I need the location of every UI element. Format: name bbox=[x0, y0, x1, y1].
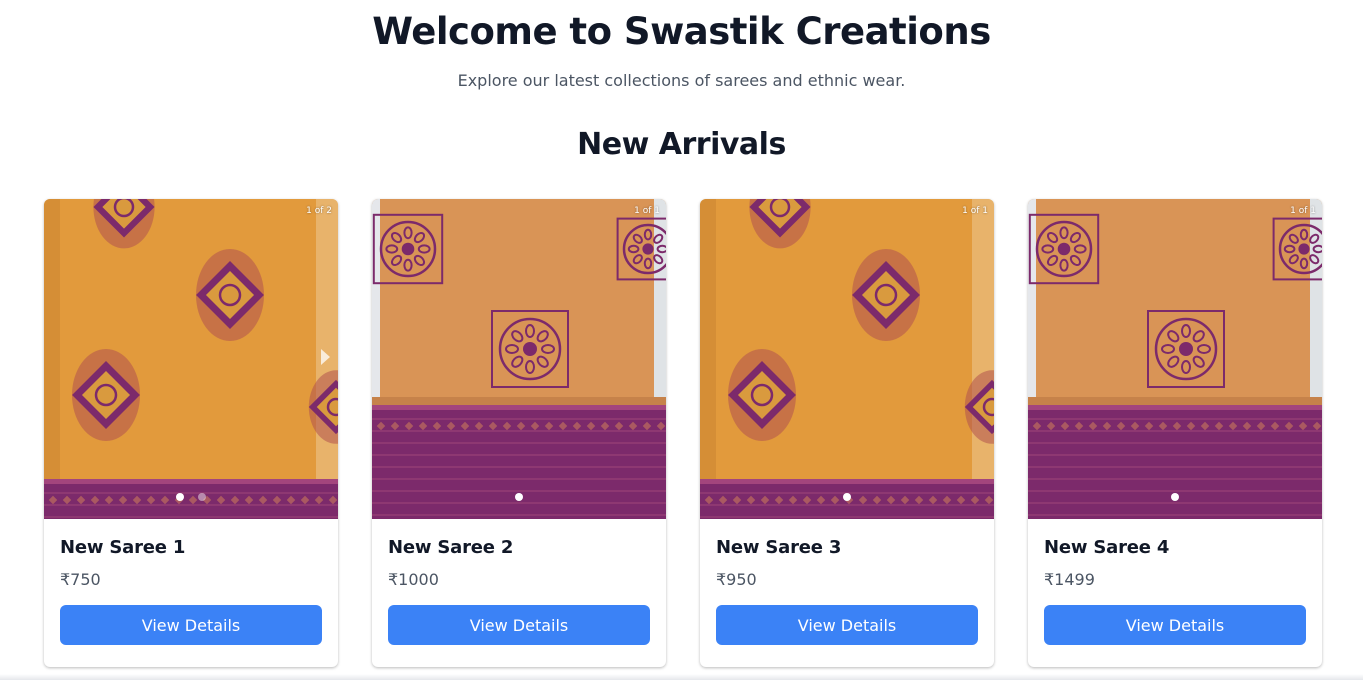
page-title: Welcome to Swastik Creations bbox=[372, 10, 991, 53]
product-image bbox=[372, 199, 666, 519]
slide-counter: 1 of 1 bbox=[962, 206, 988, 216]
product-name: New Saree 3 bbox=[716, 537, 842, 558]
page-subtitle: Explore our latest collections of sarees… bbox=[457, 71, 906, 90]
product-image bbox=[700, 199, 994, 519]
product-price: ₹1499 bbox=[1044, 570, 1095, 589]
product-image-carousel[interactable]: 1 of 2 bbox=[44, 199, 338, 519]
product-image bbox=[1028, 199, 1322, 519]
page-bottom-edge bbox=[0, 674, 1363, 680]
product-price: ₹750 bbox=[60, 570, 101, 589]
carousel-dots bbox=[700, 493, 994, 501]
section-title: New Arrivals bbox=[577, 127, 786, 162]
product-image-carousel[interactable]: 1 of 1 bbox=[700, 199, 994, 519]
carousel-dot[interactable] bbox=[198, 493, 206, 501]
slide-counter: 1 of 2 bbox=[306, 206, 332, 216]
product-price: ₹950 bbox=[716, 570, 757, 589]
view-details-button[interactable]: View Details bbox=[716, 605, 978, 645]
carousel-dots bbox=[372, 493, 666, 501]
product-card[interactable]: 1 of 1 New Saree 4 ₹1499 View Details bbox=[1028, 199, 1322, 667]
carousel-dots bbox=[44, 493, 338, 501]
carousel-dot-active[interactable] bbox=[843, 493, 851, 501]
view-details-button[interactable]: View Details bbox=[1044, 605, 1306, 645]
carousel-dot-active[interactable] bbox=[515, 493, 523, 501]
product-card[interactable]: 1 of 1 New Saree 3 ₹950 View Details bbox=[700, 199, 994, 667]
slide-counter: 1 of 1 bbox=[1290, 206, 1316, 216]
carousel-dot-active[interactable] bbox=[176, 493, 184, 501]
product-card[interactable]: 1 of 2 New Saree 1 ₹750 View Details bbox=[44, 199, 338, 667]
product-card[interactable]: 1 of 1 New Saree 2 ₹1000 View Details bbox=[372, 199, 666, 667]
product-image bbox=[44, 199, 338, 519]
view-details-button[interactable]: View Details bbox=[60, 605, 322, 645]
product-name: New Saree 2 bbox=[388, 537, 514, 558]
product-image-carousel[interactable]: 1 of 1 bbox=[372, 199, 666, 519]
product-name: New Saree 4 bbox=[1044, 537, 1170, 558]
view-details-button[interactable]: View Details bbox=[388, 605, 650, 645]
carousel-dots bbox=[1028, 493, 1322, 501]
product-price: ₹1000 bbox=[388, 570, 439, 589]
slide-counter: 1 of 1 bbox=[634, 206, 660, 216]
product-image-carousel[interactable]: 1 of 1 bbox=[1028, 199, 1322, 519]
carousel-dot-active[interactable] bbox=[1171, 493, 1179, 501]
next-arrow-icon[interactable] bbox=[321, 349, 330, 365]
product-name: New Saree 1 bbox=[60, 537, 186, 558]
